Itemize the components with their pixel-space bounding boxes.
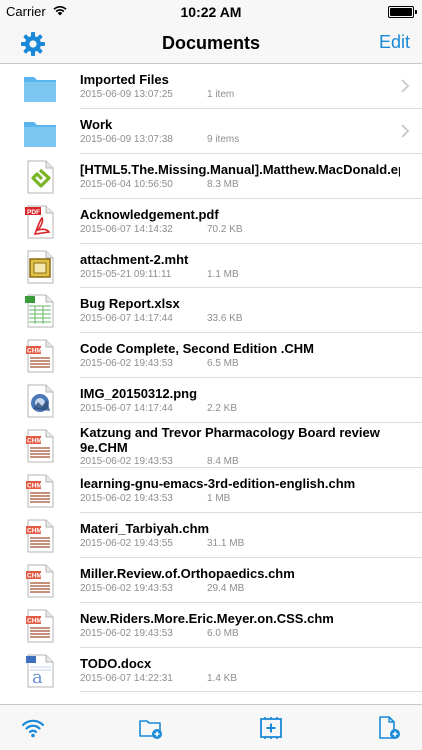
svg-text:CHM: CHM — [27, 572, 42, 579]
mht-file-icon — [27, 250, 54, 284]
file-date: 2015-06-02 19:43:53 — [80, 493, 173, 505]
chm-file-icon: CHM — [26, 474, 54, 508]
battery-fill — [390, 8, 412, 16]
file-size: 2.2 KB — [207, 403, 238, 415]
docx-file-icon: a — [26, 654, 54, 688]
chm-file-icon: CHM — [26, 609, 54, 643]
svg-text:PDF: PDF — [27, 209, 40, 216]
file-date: 2015-06-07 14:17:44 — [80, 313, 173, 325]
file-name: New.Riders.More.Eric.Meyer.on.CSS.chm — [80, 610, 334, 626]
chevron-right-icon — [401, 79, 410, 93]
file-row[interactable]: CHM New.Riders.More.Eric.Meyer.on.CSS.chm… — [26, 603, 422, 648]
file-date: 2015-05-21 09:11:11 — [80, 268, 172, 280]
file-row[interactable]: CHM Code Complete, Second Edition .CHM 201… — [26, 333, 422, 379]
file-name: Bug Report.xlsx — [80, 296, 180, 312]
file-row[interactable]: PDF Acknowledgement.pdf 2015-06-07 14:14:3… — [25, 199, 422, 244]
file-date: 2015-06-02 19:43:53 — [80, 627, 173, 639]
file-name: Acknowledgement.pdf — [80, 206, 219, 222]
file-name: learning-gnu-emacs-3rd-edition-english.c… — [80, 476, 356, 492]
gear-icon[interactable] — [20, 31, 46, 57]
file-name: Katzung and Trevor Pharmacology Board re… — [80, 425, 380, 456]
file-size: 31.1 MB — [207, 537, 245, 549]
file-size: 6.0 MB — [207, 627, 239, 639]
file-size: 6.5 MB — [207, 358, 239, 370]
chm-file-icon: CHM — [26, 564, 54, 598]
file-size: 8.3 MB — [207, 178, 239, 190]
file-name: Materi_Tarbiyah.chm — [80, 520, 210, 536]
navigation-bar: Documents Edit — [0, 24, 422, 64]
svg-text:CHM: CHM — [27, 617, 42, 624]
file-row[interactable]: CHM Materi_Tarbiyah.chm 2015-06-02 19:43:5… — [26, 513, 422, 558]
folder-row[interactable]: Imported Files 2015-06-09 13:07:25 1 item — [24, 64, 422, 109]
file-row[interactable]: CHM learning-gnu-emacs-3rd-edition-englis… — [26, 468, 422, 513]
file-row[interactable]: Bug Report.xlsx 2015-06-07 14:17:44 33.6 K… — [25, 288, 422, 334]
chm-file-icon: CHM — [26, 519, 54, 553]
file-size: 8.4 MB — [207, 456, 239, 468]
epub-file-icon — [27, 160, 54, 194]
new-folder-icon[interactable] — [138, 715, 164, 741]
file-name: Code Complete, Second Edition .CHM — [80, 341, 315, 357]
file-name: [HTML5.The.Missing.Manual].Matthew.MacDo… — [80, 161, 400, 177]
xlsx-file-icon — [25, 294, 54, 328]
folder-icon — [24, 121, 56, 147]
file-size: 29.4 MB — [207, 582, 245, 594]
file-row[interactable]: a TODO.docx 2015-06-07 14:22:31 1.4 KB — [26, 648, 422, 693]
file-size: 1.1 MB — [207, 268, 239, 280]
folder-row[interactable]: Work 2015-06-09 13:07:38 9 items — [24, 109, 422, 154]
file-date: 2015-06-02 19:43:55 — [80, 537, 173, 549]
file-date: 2015-06-04 10:56:50 — [80, 178, 173, 190]
file-list: Imported Files 2015-06-09 13:07:25 1 item W… — [0, 64, 422, 704]
file-size: 1 item — [207, 89, 235, 100]
file-size: 9 items — [207, 133, 240, 145]
file-date: 2015-06-07 14:22:31 — [80, 672, 173, 684]
file-name: Imported Files — [80, 72, 169, 87]
svg-text:CHM: CHM — [27, 483, 42, 490]
file-date: 2015-06-07 14:14:32 — [80, 223, 173, 235]
chm-file-icon: CHM — [26, 339, 54, 373]
file-size: 1 MB — [207, 493, 231, 505]
file-date: 2015-06-02 19:43:53 — [80, 358, 173, 370]
file-date: 2015-06-02 19:43:53 — [80, 582, 173, 594]
file-row[interactable]: attachment-2.mht 2015-05-21 09:11:11 1.1 M… — [27, 244, 422, 289]
add-media-icon[interactable] — [258, 715, 284, 741]
svg-text:CHM: CHM — [27, 438, 42, 445]
file-date: 2015-06-02 19:43:53 — [80, 456, 173, 468]
file-row[interactable]: CHM Katzung and Trevor Pharmacology Board… — [26, 423, 422, 469]
png-file-icon — [27, 384, 54, 418]
file-date: 2015-06-07 14:17:44 — [80, 403, 173, 415]
svg-text:CHM: CHM — [27, 527, 42, 534]
status-bar: Carrier 10:22 AM — [0, 0, 422, 24]
clock: 10:22 AM — [180, 4, 242, 20]
file-row[interactable]: IMG_20150312.png 2015-06-07 14:17:44 2.2 K… — [27, 378, 422, 424]
edit-button[interactable]: Edit — [379, 32, 410, 53]
file-size: 33.6 KB — [207, 313, 243, 325]
file-name: Miller.Review.of.Orthopaedics.chm — [80, 565, 295, 581]
file-size: 70.2 KB — [207, 223, 243, 235]
file-date: 2015-06-09 13:07:38 — [80, 133, 173, 145]
file-name: Work — [80, 116, 113, 132]
chevron-right-icon — [401, 124, 410, 138]
file-name: IMG_20150312.png — [80, 386, 198, 402]
chm-file-icon: CHM — [26, 429, 54, 463]
wifi-transfer-icon[interactable] — [20, 715, 46, 741]
file-name: attachment-2.mht — [80, 251, 189, 267]
pdf-file-icon: PDF — [25, 205, 54, 239]
file-date: 2015-06-09 13:07:25 — [80, 89, 173, 100]
bottom-toolbar — [0, 704, 422, 750]
file-row[interactable]: CHM Miller.Review.of.Orthopaedics.chm 2015… — [26, 558, 422, 603]
battery-icon — [388, 6, 417, 18]
folder-icon — [24, 77, 56, 102]
new-file-icon[interactable] — [376, 715, 402, 741]
file-name: TODO.docx — [80, 655, 152, 671]
file-row[interactable]: [HTML5.The.Missing.Manual].Matthew.MacDo… — [27, 154, 422, 199]
page-title: Documents — [161, 33, 260, 53]
svg-text:CHM: CHM — [27, 348, 42, 355]
file-size: 1.4 KB — [207, 672, 238, 684]
